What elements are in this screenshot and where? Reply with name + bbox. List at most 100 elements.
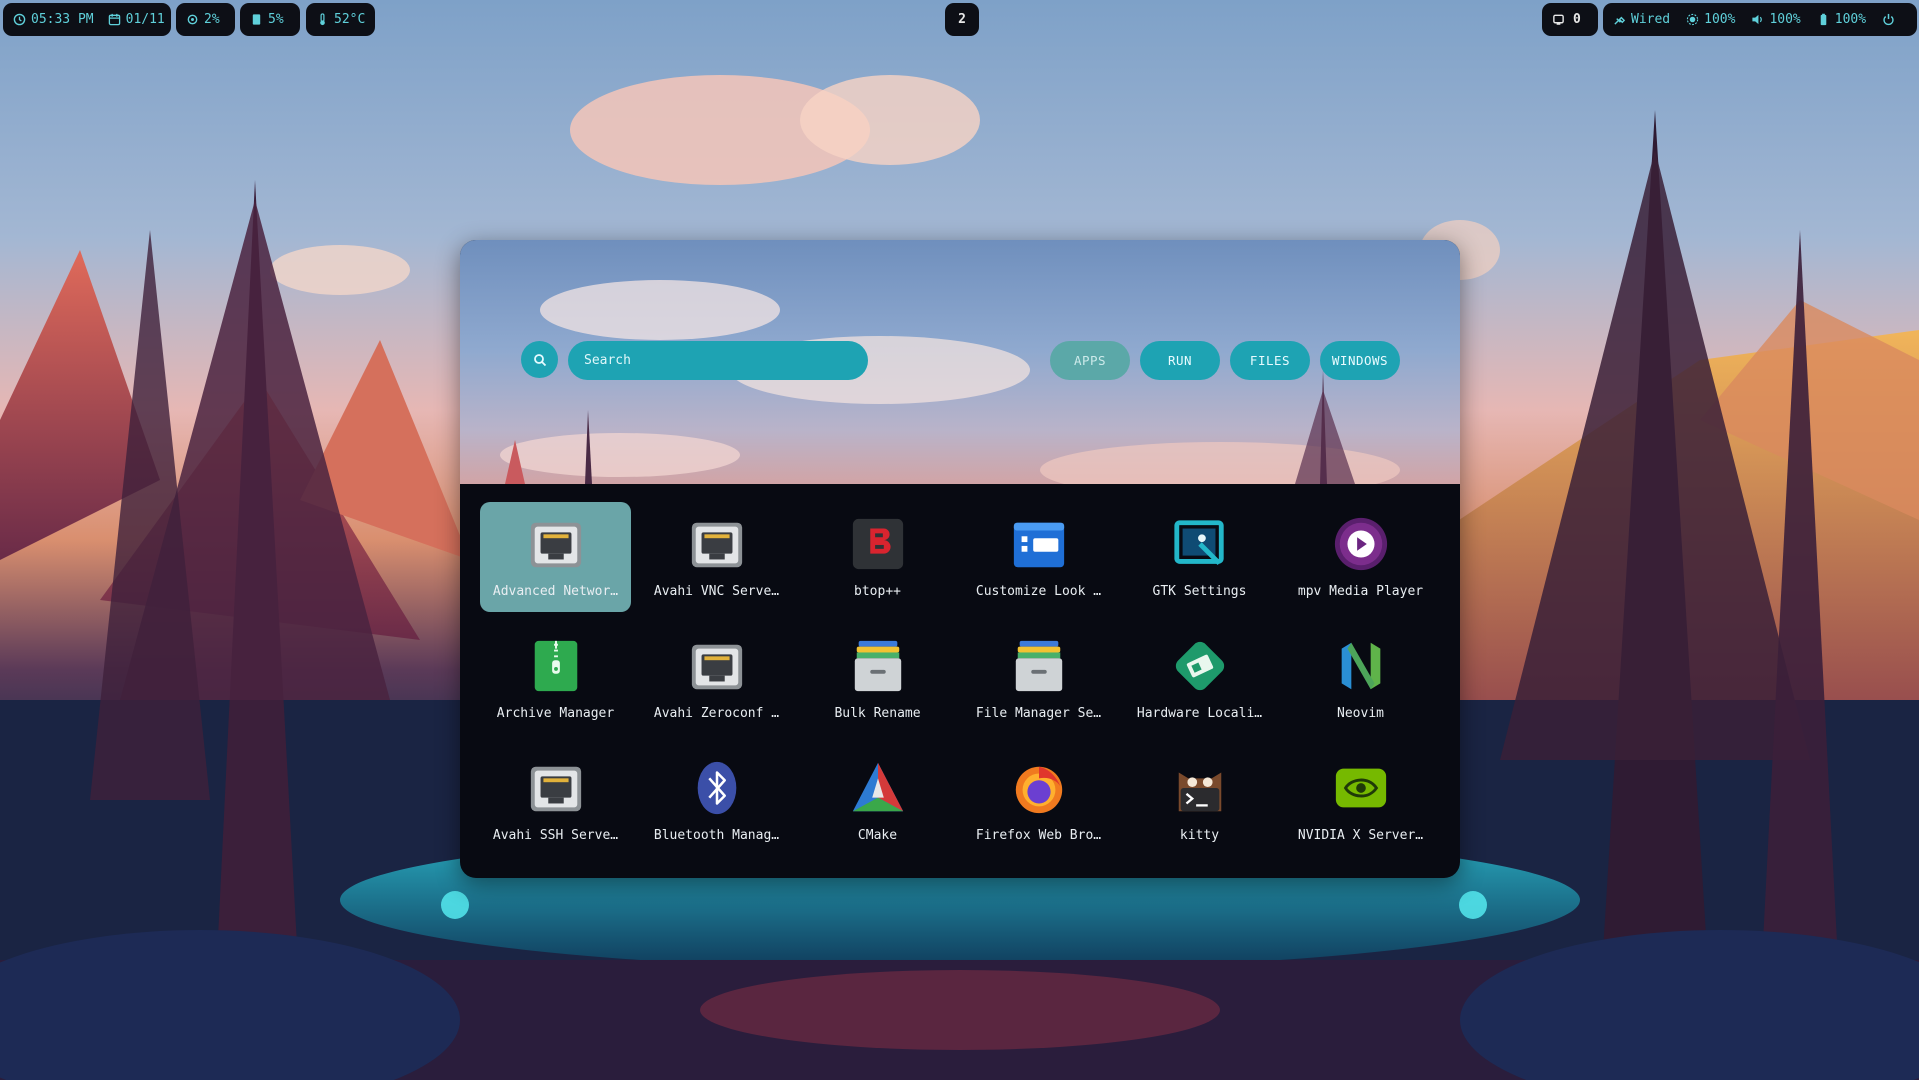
- app-launcher: APPS RUN FILES WINDOWS Advanced Networ… …: [460, 240, 1460, 878]
- app-label: kitty: [1179, 828, 1220, 843]
- app-item-avahi-ssh[interactable]: Avahi SSH Serve…: [480, 746, 631, 856]
- wired-network-icon: [1613, 13, 1626, 26]
- app-item-firefox[interactable]: Firefox Web Bro…: [963, 746, 1114, 856]
- time-segment[interactable]: 05:33 PM: [13, 12, 94, 27]
- mode-windows-button[interactable]: WINDOWS: [1320, 341, 1400, 380]
- file-cabinet-icon: [848, 636, 908, 696]
- app-label: mpv Media Player: [1297, 584, 1424, 599]
- mode-switcher: APPS RUN FILES WINDOWS: [1050, 341, 1400, 380]
- battery-text: 100%: [1834, 12, 1867, 27]
- app-label: Bulk Rename: [834, 706, 921, 721]
- app-label: NVIDIA X Server…: [1297, 828, 1424, 843]
- btop-icon: [848, 514, 908, 574]
- notification-count: 0: [1573, 12, 1581, 27]
- clock-module[interactable]: 05:33 PM 01/11: [3, 3, 171, 36]
- mode-run-button[interactable]: RUN: [1140, 341, 1220, 380]
- cpu-module[interactable]: 2%: [176, 3, 235, 36]
- archive-icon: [526, 636, 586, 696]
- mpv-icon: [1331, 514, 1391, 574]
- brightness-segment[interactable]: 100%: [1686, 12, 1735, 27]
- app-item-archive-manager[interactable]: Archive Manager: [480, 624, 631, 734]
- app-label: Bluetooth Manag…: [653, 828, 780, 843]
- temperature-module[interactable]: 52°C: [306, 3, 375, 36]
- notification-icon: [1552, 13, 1565, 26]
- volume-icon: [1751, 13, 1764, 26]
- app-item-customize-look[interactable]: Customize Look …: [963, 502, 1114, 612]
- app-label: Avahi Zeroconf …: [653, 706, 780, 721]
- memory-text: 5%: [268, 12, 284, 27]
- app-label: Firefox Web Bro…: [975, 828, 1102, 843]
- app-item-file-manager-settings[interactable]: File Manager Se…: [963, 624, 1114, 734]
- bluetooth-icon: [687, 758, 747, 818]
- app-label: Archive Manager: [496, 706, 615, 721]
- app-item-bulk-rename[interactable]: Bulk Rename: [802, 624, 953, 734]
- network-text: Wired: [1631, 12, 1671, 27]
- app-item-avahi-vnc[interactable]: Avahi VNC Serve…: [641, 502, 792, 612]
- thermometer-icon: [316, 13, 329, 26]
- app-item-hardware-locality[interactable]: Hardware Locali…: [1124, 624, 1275, 734]
- app-item-bluetooth-manager[interactable]: Bluetooth Manag…: [641, 746, 792, 856]
- app-label: Advanced Networ…: [492, 584, 619, 599]
- network-segment[interactable]: Wired: [1613, 12, 1670, 27]
- brightness-icon: [1686, 13, 1699, 26]
- brightness-text: 100%: [1704, 12, 1736, 27]
- network-ethernet-icon: [687, 636, 747, 696]
- app-label: Avahi VNC Serve…: [653, 584, 780, 599]
- gtk-settings-icon: [1170, 514, 1230, 574]
- neovim-icon: [1331, 636, 1391, 696]
- app-item-mpv[interactable]: mpv Media Player: [1285, 502, 1436, 612]
- power-icon[interactable]: [1882, 13, 1895, 26]
- battery-icon: [1817, 13, 1830, 26]
- app-item-cmake[interactable]: CMake: [802, 746, 953, 856]
- app-label: Customize Look …: [975, 584, 1102, 599]
- appearance-icon: [1009, 514, 1069, 574]
- time-text: 05:33 PM: [31, 12, 94, 27]
- network-ethernet-icon: [526, 514, 586, 574]
- date-segment[interactable]: 01/11: [108, 12, 165, 27]
- app-item-avahi-zeroconf[interactable]: Avahi Zeroconf …: [641, 624, 792, 734]
- app-item-btop[interactable]: btop++: [802, 502, 953, 612]
- search-input[interactable]: [568, 341, 868, 380]
- cmake-icon: [848, 758, 908, 818]
- mode-files-button[interactable]: FILES: [1230, 341, 1310, 380]
- calendar-icon: [108, 13, 121, 26]
- search-icon[interactable]: [521, 341, 558, 378]
- memory-module[interactable]: 5%: [240, 3, 300, 36]
- temperature-text: 52°C: [334, 12, 366, 27]
- firefox-icon: [1009, 758, 1069, 818]
- clock-icon: [13, 13, 26, 26]
- app-label: btop++: [854, 584, 901, 599]
- kitty-icon: [1170, 758, 1230, 818]
- status-module[interactable]: Wired 100% 100% 100%: [1603, 3, 1917, 36]
- notifications-module[interactable]: 0: [1542, 3, 1598, 36]
- network-ethernet-icon: [687, 514, 747, 574]
- volume-segment[interactable]: 100%: [1751, 12, 1801, 27]
- app-grid: Advanced Networ… Avahi VNC Serve… btop++…: [480, 502, 1440, 856]
- app-label: CMake: [857, 828, 898, 843]
- battery-segment[interactable]: 100%: [1817, 12, 1866, 27]
- app-item-neovim[interactable]: Neovim: [1285, 624, 1436, 734]
- app-item-gtk-settings[interactable]: GTK Settings: [1124, 502, 1275, 612]
- app-label: Avahi SSH Serve…: [492, 828, 619, 843]
- workspace-indicator[interactable]: 2: [945, 3, 979, 36]
- cpu-icon: [186, 13, 199, 26]
- app-item-kitty[interactable]: kitty: [1124, 746, 1275, 856]
- app-label: Hardware Locali…: [1136, 706, 1263, 721]
- hardware-icon: [1170, 636, 1230, 696]
- cpu-text: 2%: [204, 12, 220, 27]
- launcher-header: APPS RUN FILES WINDOWS: [460, 240, 1460, 484]
- app-item-nvidia-settings[interactable]: NVIDIA X Server…: [1285, 746, 1436, 856]
- file-cabinet-icon: [1009, 636, 1069, 696]
- workspace-number: 2: [958, 12, 966, 27]
- mode-apps-button[interactable]: APPS: [1050, 341, 1130, 380]
- volume-text: 100%: [1769, 12, 1801, 27]
- app-item-advanced-network[interactable]: Advanced Networ…: [480, 502, 631, 612]
- top-bar: 05:33 PM 01/11 2% 5% 52°C 2 0 Wired 100%…: [0, 0, 1919, 38]
- nvidia-icon: [1331, 758, 1391, 818]
- app-label: Neovim: [1337, 706, 1384, 721]
- app-label: GTK Settings: [1152, 584, 1247, 599]
- app-label: File Manager Se…: [975, 706, 1102, 721]
- network-ethernet-icon: [526, 758, 586, 818]
- memory-icon: [250, 13, 263, 26]
- date-text: 01/11: [125, 12, 165, 27]
